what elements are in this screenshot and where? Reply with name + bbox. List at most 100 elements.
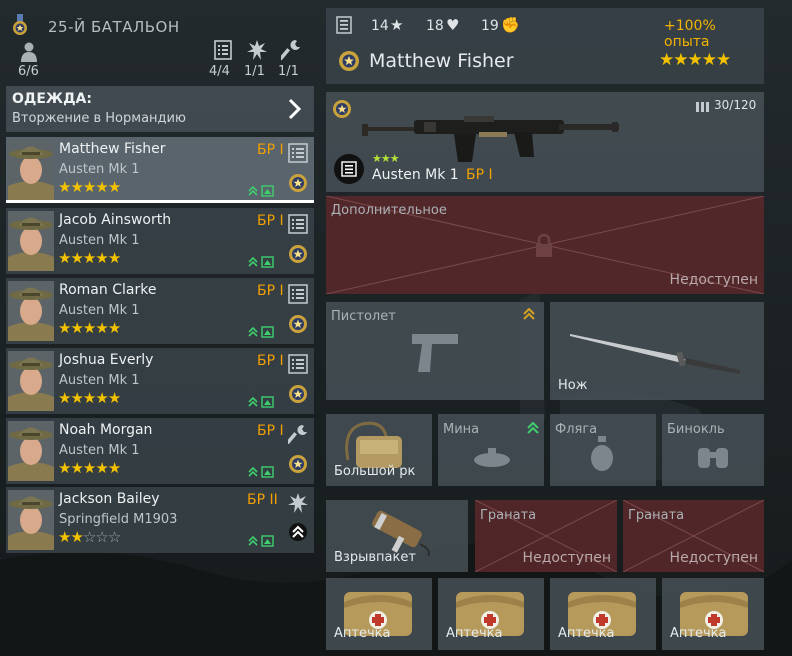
upgrade-chevron-icon — [523, 308, 535, 320]
class-icon-badge — [334, 154, 364, 184]
explosion-icon — [247, 40, 267, 60]
mine-icon — [474, 448, 510, 467]
upgrade-chevron-icon — [527, 422, 539, 434]
soldier-name: Matthew Fisher — [59, 141, 166, 157]
pistol-icon — [412, 334, 458, 372]
medal-icon — [288, 242, 308, 264]
upgrade-available-icon — [248, 256, 274, 268]
person-icon — [21, 42, 37, 62]
rank-chevron-icon — [288, 521, 308, 543]
upgrade-available-icon — [248, 326, 274, 338]
document-icon — [214, 40, 232, 60]
soldier-rank: БР I — [257, 213, 284, 229]
chevron-right-icon — [288, 98, 302, 120]
medal-icon — [13, 14, 27, 35]
soldier-weapon: Austen Mk 1 — [59, 162, 140, 177]
soldier-name: Joshua Everly — [59, 352, 154, 368]
soldier-portrait — [8, 140, 54, 200]
grenade-slot-2[interactable]: Граната Недоступен — [623, 500, 764, 572]
binoculars-icon — [698, 448, 728, 468]
ammo-icon — [696, 102, 709, 112]
soldier-row[interactable]: Roman Clarke Austen Mk 1 ★★★★★ БР I — [6, 278, 314, 344]
medkit-slot[interactable]: Аптечка — [438, 578, 544, 650]
soldier-row[interactable]: Joshua Everly Austen Mk 1 ★★★★★ БР I — [6, 348, 314, 414]
soldier-portrait — [8, 421, 54, 481]
medkit-label: Аптечка — [446, 626, 503, 641]
explosion-icon — [288, 493, 308, 513]
soldier-name: Jacob Ainsworth — [59, 212, 172, 228]
medkit-slot[interactable]: Аптечка — [662, 578, 764, 650]
soldier-row[interactable]: Jacob Ainsworth Austen Mk 1 ★★★★★ БР I — [6, 208, 314, 274]
explosive-pack-label: Взрывпакет — [334, 550, 416, 565]
medkit-label: Аптечка — [670, 626, 727, 641]
medal-icon — [333, 100, 351, 118]
additional-slot-label: Дополнительное — [331, 203, 447, 218]
stat-strength-value: 19 — [481, 18, 499, 34]
soldier-name: Matthew Fisher — [369, 50, 514, 72]
soldier-weapon: Austen Mk 1 — [59, 373, 140, 388]
soldier-name: Jackson Bailey — [59, 491, 160, 507]
primary-weapon-name: Austen Mk 1 — [372, 167, 459, 183]
soldier-rank: БР I — [257, 142, 284, 158]
flask-slot-label: Фляга — [555, 422, 598, 437]
grenade-slot-label: Граната — [480, 508, 537, 523]
soldier-weapon: Austen Mk 1 — [59, 233, 140, 248]
document-icon — [336, 16, 352, 34]
soldier-name: Noah Morgan — [59, 422, 153, 438]
soldier-row[interactable]: Matthew Fisher Austen Mk 1 ★★★★★ БР I — [6, 137, 314, 203]
medkit-slot[interactable]: Аптечка — [550, 578, 656, 650]
backpack-slot-label: Большой рк — [334, 464, 416, 479]
ammo-count: 30/120 — [714, 98, 757, 112]
primary-weapon-rank: БР I — [466, 167, 493, 183]
squad-title: 25-Й БАТАЛЬОН — [48, 18, 180, 36]
explosive-pack-image — [372, 510, 430, 556]
primary-weapon-slot[interactable]: ★★★ Austen Mk 1 БР I 30/120 — [326, 92, 764, 192]
medal-icon — [288, 171, 308, 193]
soldier-name: Roman Clarke — [59, 282, 157, 298]
document-icon — [288, 143, 308, 163]
document-icon — [341, 161, 357, 177]
pistol-slot[interactable]: Пистолет — [326, 302, 544, 400]
medal-icon — [288, 452, 308, 474]
upgrade-available-icon — [248, 396, 274, 408]
stat-weapon-value: 14 — [371, 18, 389, 34]
soldier-row[interactable]: Jackson Bailey Springfield M1903 ★★☆☆☆ Б… — [6, 487, 314, 553]
outfit-button[interactable]: ОДЕЖДА: Вторжение в Нормандию — [6, 86, 314, 132]
explosive-pack-slot[interactable]: Взрывпакет — [326, 500, 468, 572]
soldier-portrait — [8, 281, 54, 341]
backpack-slot[interactable]: Большой рк — [326, 414, 432, 486]
soldier-portrait — [8, 211, 54, 271]
binoculars-slot-label: Бинокль — [667, 422, 725, 437]
document-icon — [288, 214, 308, 234]
class-stat-value: 1/1 — [278, 64, 299, 79]
pistol-slot-label: Пистолет — [331, 309, 396, 324]
stat-health-value: 18 — [426, 18, 444, 34]
knife-slot[interactable]: Нож — [550, 302, 764, 400]
mine-slot[interactable]: Мина — [438, 414, 544, 486]
soldier-weapon: Austen Mk 1 — [59, 443, 140, 458]
medal-icon — [288, 382, 308, 404]
flask-icon — [591, 436, 613, 471]
soldier-header: 14 ★ 18 ♥ 19 ✊ +100% опыта Matthew Fishe… — [326, 8, 764, 84]
document-icon — [288, 284, 308, 304]
soldier-row[interactable]: Noah Morgan Austen Mk 1 ★★★★★ БР I — [6, 418, 314, 484]
grenade-slot-status: Недоступен — [669, 550, 758, 566]
additional-weapon-slot[interactable]: Дополнительное Недоступен — [326, 196, 764, 294]
flask-slot[interactable]: Фляга — [550, 414, 656, 486]
soldier-portrait — [8, 351, 54, 411]
outfit-title: ОДЕЖДА: — [12, 91, 92, 107]
soldier-portrait — [8, 490, 54, 550]
weapon-rating: ★★★ — [372, 152, 400, 165]
class-stat-value: 1/1 — [244, 64, 265, 79]
knife-slot-label: Нож — [558, 378, 588, 393]
grenade-slot-1[interactable]: Граната Недоступен — [475, 500, 617, 572]
medkit-slot[interactable]: Аптечка — [326, 578, 432, 650]
upgrade-available-icon — [248, 185, 274, 197]
upgrade-available-icon — [248, 466, 274, 478]
running-man-icon: ★ — [390, 16, 404, 34]
soldier-rating: ★★★★★ — [58, 249, 121, 267]
xp-bonus: +100% опыта — [664, 18, 716, 50]
outfit-subtitle: Вторжение в Нормандию — [12, 111, 186, 126]
binoculars-slot[interactable]: Бинокль — [662, 414, 764, 486]
grenade-slot-status: Недоступен — [522, 550, 611, 566]
